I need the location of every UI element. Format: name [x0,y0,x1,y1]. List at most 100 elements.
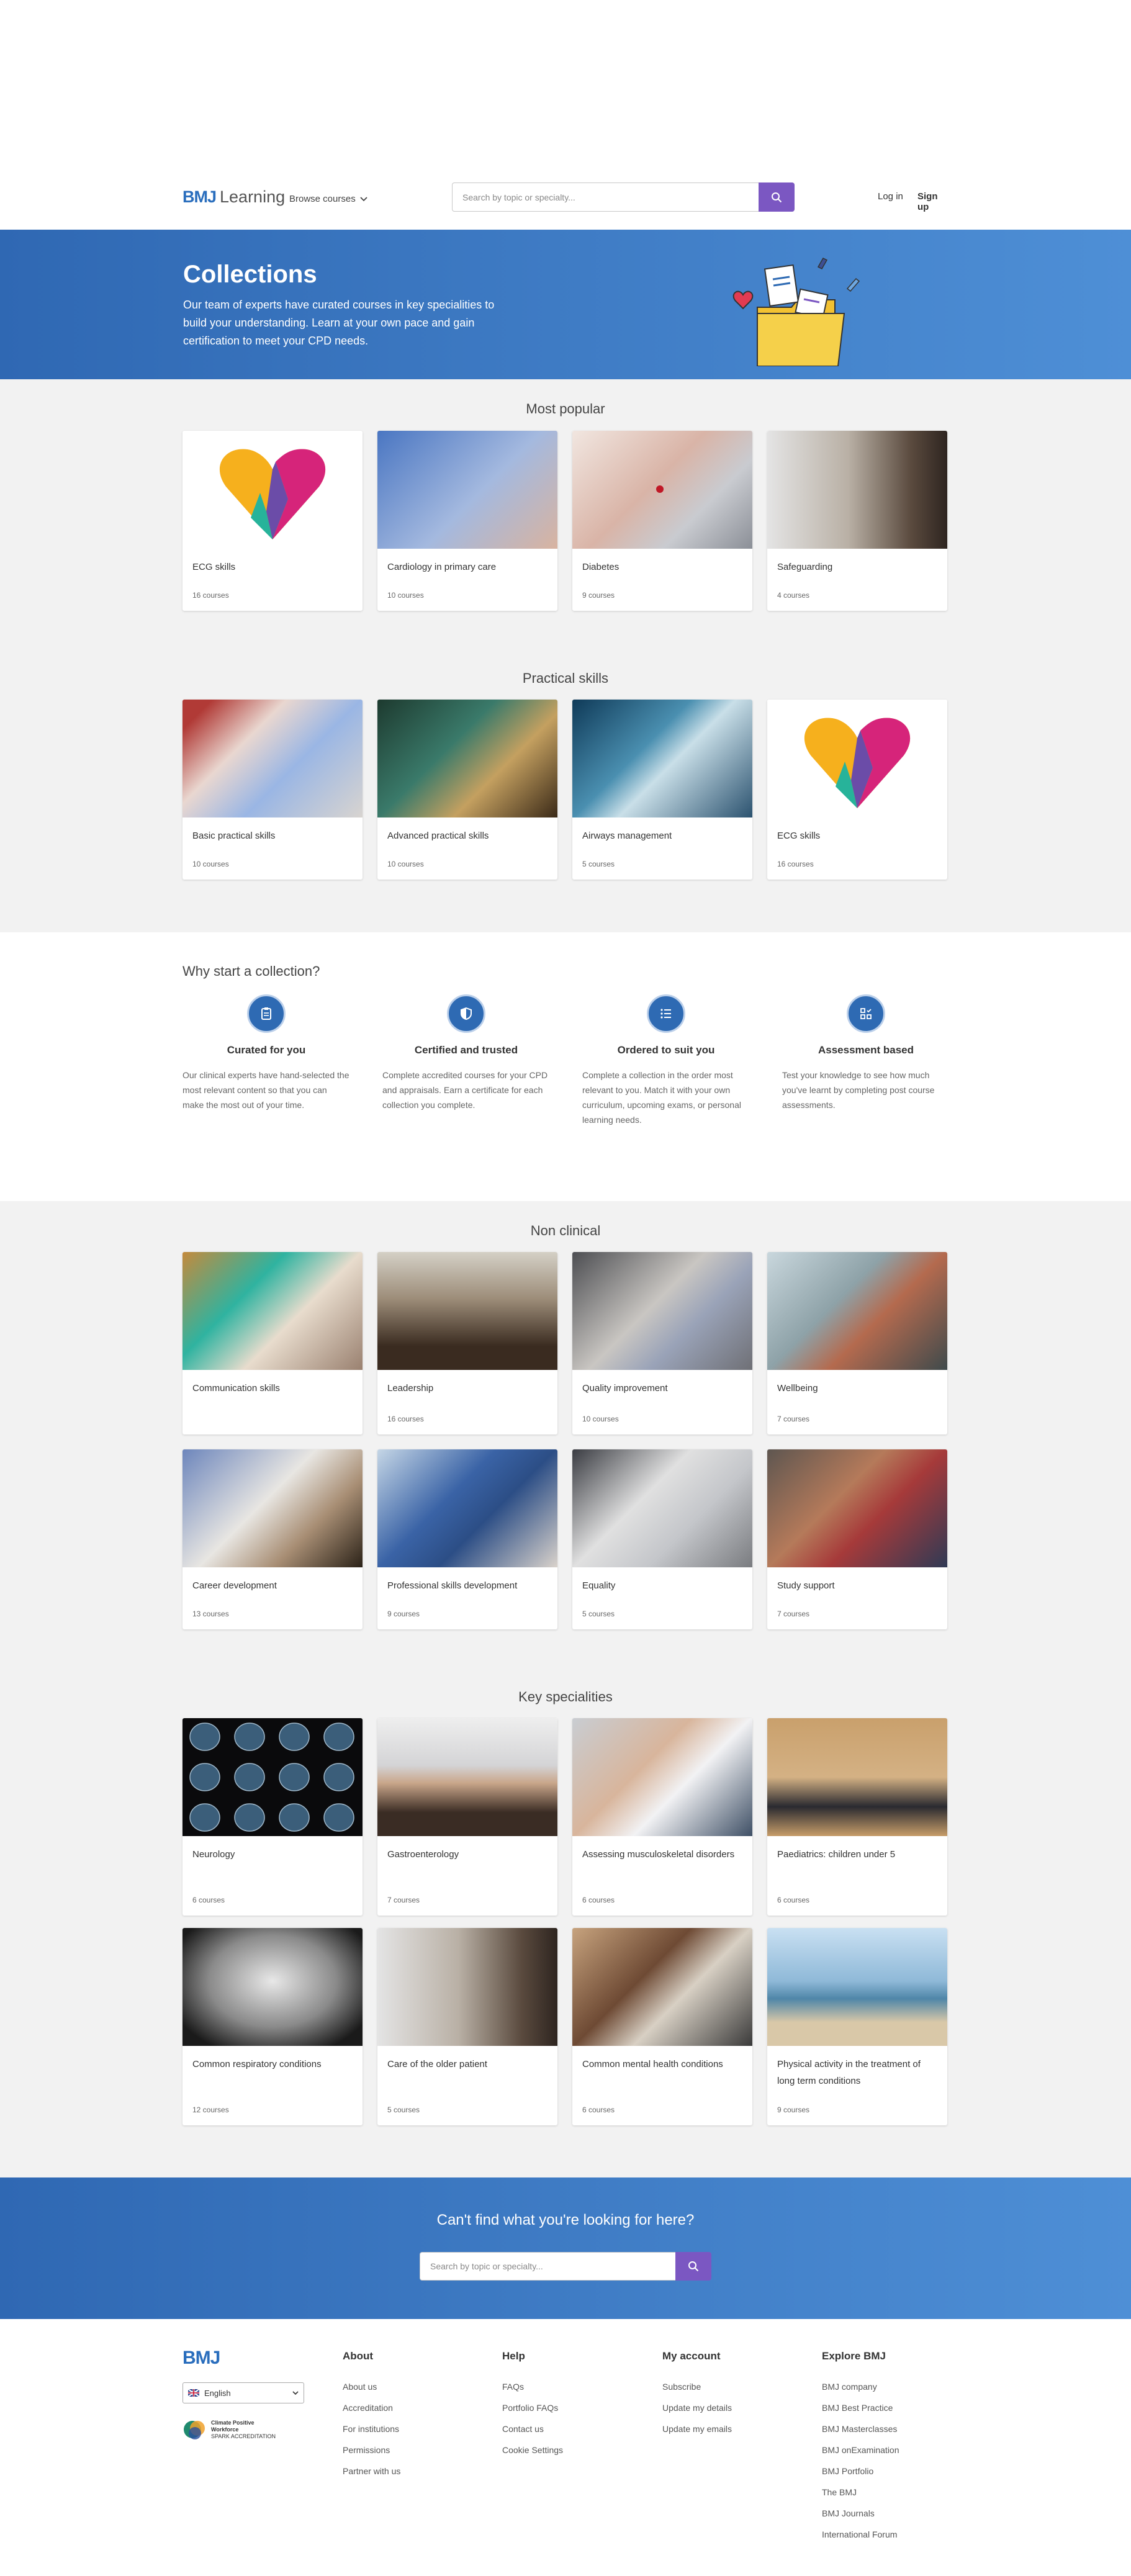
footer-link[interactable]: International Forum [822,2524,899,2545]
clipboard-icon [247,994,286,1033]
collection-card[interactable]: Career development 13 courses [182,1449,363,1629]
card-course-count: 7 courses [777,1610,810,1618]
feature-text: Our clinical experts have hand-selected … [182,1070,349,1110]
footer-help-column: Help FAQs Portfolio FAQs Contact us Cook… [502,2350,563,2461]
card-course-count: 16 courses [387,1415,424,1423]
collection-card[interactable]: Care of the older patient 5 courses [377,1928,557,2125]
collection-card[interactable]: Assessing musculoskeletal disorders 6 co… [572,1718,752,1916]
collection-card[interactable]: Professional skills development 9 course… [377,1449,557,1629]
chest-xray-image [182,1928,363,2046]
card-title: Safeguarding [777,562,833,572]
footer-link[interactable]: Partner with us [343,2461,400,2482]
card-title: ECG skills [192,562,236,572]
footer-link[interactable]: BMJ Portfolio [822,2461,899,2482]
feature-curated: Curated for you Our clinical experts hav… [182,994,350,1112]
feature-text: Complete accredited courses for your CPD… [382,1070,548,1110]
footer-link[interactable]: BMJ Best Practice [822,2397,899,2418]
footer-link[interactable]: The BMJ [822,2482,899,2503]
footer-link[interactable]: BMJ Journals [822,2503,899,2524]
section-title-most-popular: Most popular [526,401,605,417]
collection-card[interactable]: Equality 5 courses [572,1449,752,1629]
card-course-count: 5 courses [582,1610,615,1618]
card-title: Neurology [192,1849,235,1860]
card-course-count: 9 courses [777,2105,810,2114]
header-search: Search by topic or specialty... [452,182,795,212]
search-button[interactable] [759,182,795,212]
non-clinical-grid-row1: Communication skills Leadership 16 cours… [182,1252,949,1434]
feature-title: Assessment based [818,1044,914,1056]
footer-link[interactable]: Permissions [343,2439,400,2461]
blood-test-image [182,700,363,817]
card-course-count: 13 courses [192,1610,229,1618]
collection-card[interactable]: Quality improvement 10 courses [572,1252,752,1434]
medical-team-image [377,1449,557,1567]
footer-bmj-logo[interactable]: BMJ [182,2348,220,2369]
collection-card[interactable]: Common mental health conditions 6 course… [572,1928,752,2125]
footer-link[interactable]: BMJ company [822,2376,899,2397]
card-title: Equality [582,1580,616,1591]
signup-link[interactable]: Sign up [917,191,949,212]
collection-card[interactable]: Leadership 16 courses [377,1252,557,1434]
card-title: Quality improvement [582,1383,668,1394]
card-title: Assessing musculoskeletal disorders [582,1849,735,1860]
footer-link[interactable]: About us [343,2376,400,2397]
card-course-count: 10 courses [192,860,229,868]
footer-link[interactable]: Subscribe [662,2376,732,2397]
language-select[interactable]: English [182,2382,304,2403]
charts-image [572,1252,752,1370]
cta-search: Search by topic or specialty... [420,2252,711,2281]
collection-card[interactable]: ECG skills 16 courses [182,431,363,611]
footer-link[interactable]: Update my emails [662,2418,732,2439]
cta-search-input[interactable]: Search by topic or specialty... [420,2252,675,2281]
collection-card[interactable]: Airways management 5 courses [572,700,752,880]
footer-link[interactable]: BMJ Masterclasses [822,2418,899,2439]
footer-link[interactable]: Portfolio FAQs [502,2397,563,2418]
collection-card[interactable]: Neurology 6 courses [182,1718,363,1916]
wellbeing-image [767,1252,947,1370]
footer-link[interactable]: Accreditation [343,2397,400,2418]
collection-card[interactable]: Advanced practical skills 10 courses [377,700,557,880]
footer-link[interactable]: For institutions [343,2418,400,2439]
collection-card[interactable]: Basic practical skills 10 courses [182,700,363,880]
browse-courses-menu[interactable]: Browse courses [289,194,367,204]
collection-card[interactable]: Wellbeing 7 courses [767,1252,947,1434]
assessment-icon [847,994,885,1033]
bmj-learning-logo[interactable]: BMJ Learning [182,187,285,207]
footer-link[interactable]: Update my details [662,2397,732,2418]
search-input[interactable]: Search by topic or specialty... [452,182,759,212]
non-clinical-grid-row2: Career development 13 courses Profession… [182,1449,949,1629]
collection-card[interactable]: Safeguarding 4 courses [767,431,947,611]
climate-leaf-icon [184,2421,205,2439]
surgeon-image [377,700,557,817]
footer-link[interactable]: BMJ onExamination [822,2439,899,2461]
collection-card[interactable]: Physical activity in the treatment of lo… [767,1928,947,2125]
card-title: Advanced practical skills [387,831,489,841]
footer-link[interactable]: Cookie Settings [502,2439,563,2461]
card-title: Diabetes [582,562,620,572]
card-course-count: 6 courses [192,1896,225,1904]
stomach-pain-image [377,1718,557,1836]
cta-search-button[interactable] [675,2252,711,2281]
collection-card[interactable]: Gastroenterology 7 courses [377,1718,557,1916]
footer-heading: Explore BMJ [822,2350,886,2362]
collection-card[interactable]: Cardiology in primary care 10 courses [377,431,557,611]
collection-card[interactable]: ECG skills 16 courses [767,700,947,880]
why-title: Why start a collection? [182,963,320,979]
doctor-elderly-patient-image [572,1718,752,1836]
collection-card[interactable]: Common respiratory conditions 12 courses [182,1928,363,2125]
list-icon [647,994,685,1033]
collection-card[interactable]: Study support 7 courses [767,1449,947,1629]
card-course-count: 6 courses [777,1896,810,1904]
login-link[interactable]: Log in [878,191,903,202]
card-course-count: 16 courses [777,860,814,868]
card-course-count: 5 courses [582,860,615,868]
card-title: Leadership [387,1383,434,1394]
footer-link[interactable]: FAQs [502,2376,563,2397]
footer-link[interactable]: Contact us [502,2418,563,2439]
airway-image [572,700,752,817]
study-group-image [767,1449,947,1567]
collection-card[interactable]: Paediatrics: children under 5 6 courses [767,1718,947,1916]
collection-card[interactable]: Communication skills [182,1252,363,1434]
collection-card[interactable]: Diabetes 9 courses [572,431,752,611]
feature-text: Test your knowledge to see how much you'… [782,1070,935,1110]
